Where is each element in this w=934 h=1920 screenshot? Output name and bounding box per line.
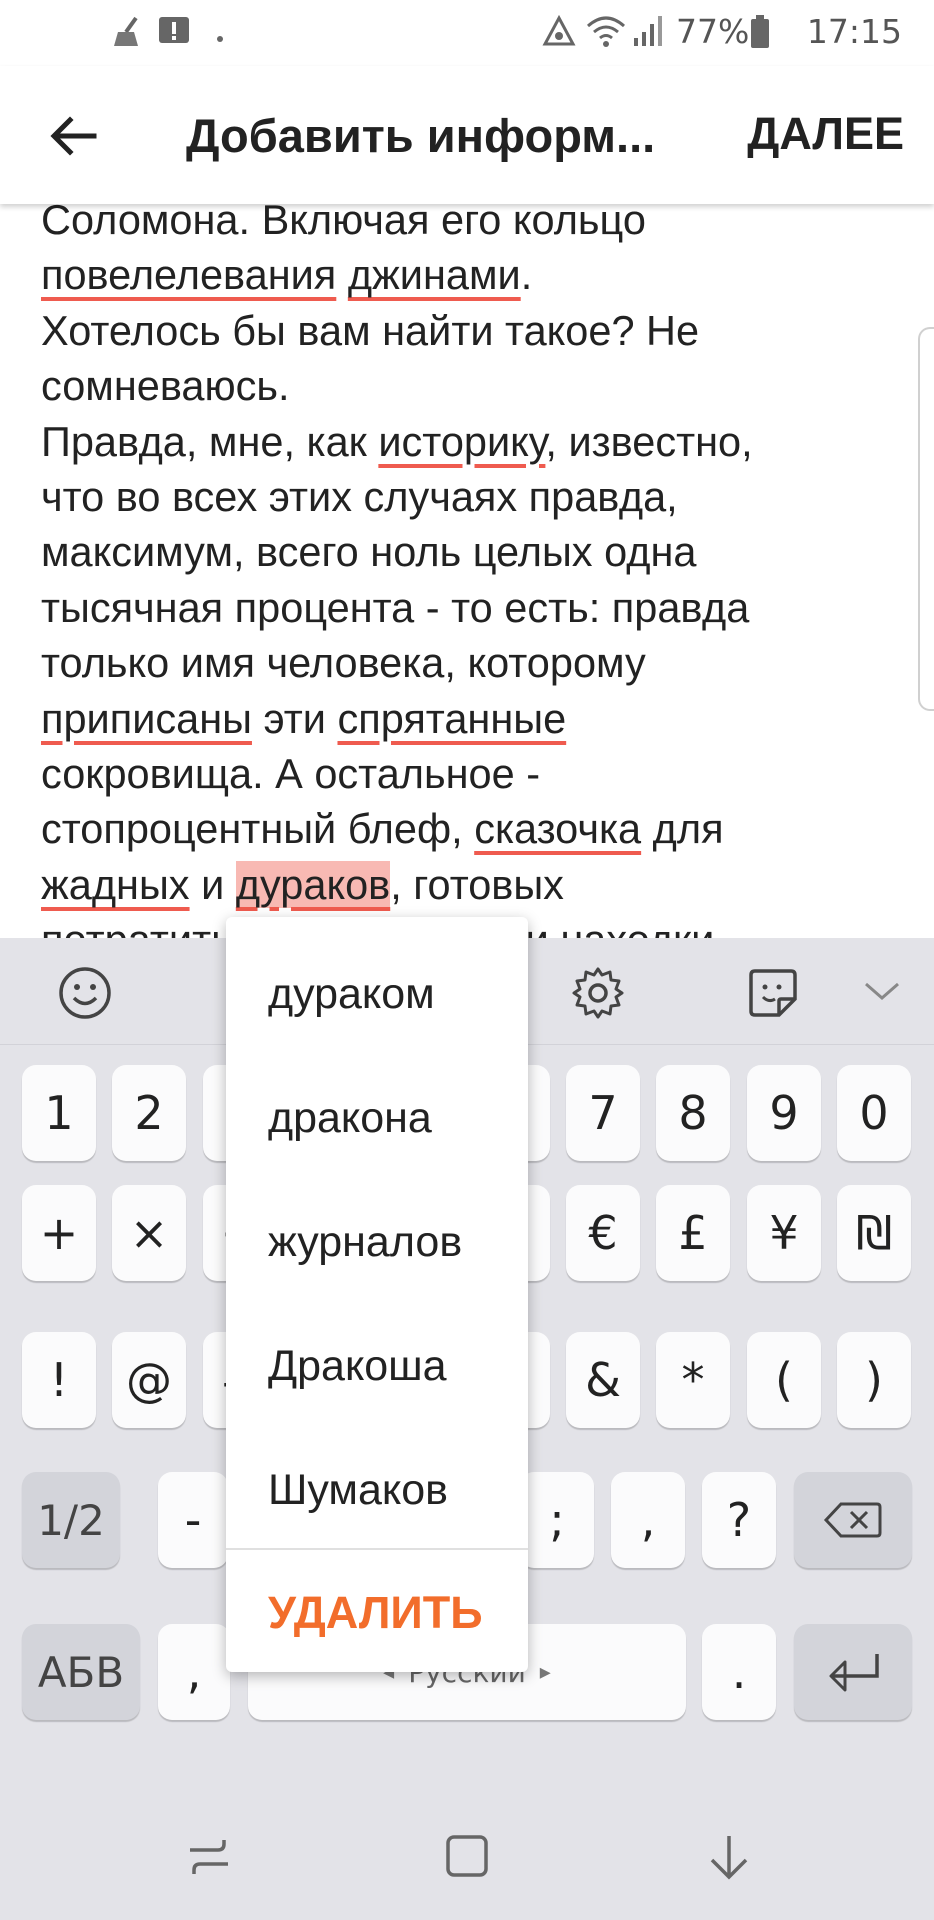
spelling-suggestions-popup: дураком дракона журналов Дракоша Шумаков… <box>226 917 528 1672</box>
enter-key[interactable] <box>794 1624 912 1720</box>
key[interactable]: ¥ <box>747 1185 821 1281</box>
key[interactable]: € <box>566 1185 640 1281</box>
text-editor[interactable]: Соломона. Включая его кольцо повелелеван… <box>0 204 934 938</box>
key[interactable]: ? <box>702 1472 776 1568</box>
misspelled-word[interactable]: повелелевания <box>41 251 336 298</box>
text-run: сокровища. А остальное - стопроцентный б… <box>41 750 541 853</box>
key[interactable]: * <box>656 1332 730 1428</box>
clock: 17:15 <box>806 12 902 51</box>
navigation-bar <box>0 1798 934 1920</box>
battery-percent: 77% <box>676 12 750 51</box>
key-period[interactable]: . <box>702 1624 776 1720</box>
text-run: и <box>189 860 236 908</box>
app-bar: Добавить информ... ДАЛЕЕ <box>0 66 934 204</box>
alert-icon <box>156 14 192 54</box>
misspelled-word[interactable]: приписаны <box>41 695 252 742</box>
chevron-right-icon: ▸ <box>539 1659 551 1685</box>
language-switch-key[interactable]: АБВ <box>22 1624 140 1720</box>
key[interactable]: + <box>22 1185 96 1281</box>
enter-icon <box>829 1654 879 1692</box>
key[interactable]: ; <box>520 1472 594 1568</box>
page-title: Добавить информ... <box>186 109 656 162</box>
key[interactable]: × <box>112 1185 186 1281</box>
misspelled-word[interactable]: историку <box>378 418 545 465</box>
recent-apps-icon[interactable] <box>180 1832 240 1882</box>
suggestion-item[interactable]: дураком <box>268 970 435 1019</box>
suggestion-item[interactable]: Шумаков <box>268 1466 448 1515</box>
suggestion-item[interactable]: Дракоша <box>268 1342 447 1391</box>
key[interactable]: ₪ <box>837 1185 911 1281</box>
editor-text[interactable]: Соломона. Включая его кольцо повелелеван… <box>41 204 901 938</box>
broom-icon <box>108 14 144 54</box>
key[interactable]: 7 <box>566 1065 640 1161</box>
key[interactable]: 1 <box>22 1065 96 1161</box>
text-run <box>336 251 348 298</box>
key[interactable]: ) <box>837 1332 911 1428</box>
signal-icon <box>632 14 664 54</box>
back-button[interactable] <box>30 100 114 172</box>
key[interactable]: @ <box>112 1332 186 1428</box>
key[interactable]: - <box>158 1472 228 1568</box>
next-button[interactable]: ДАЛЕЕ <box>747 108 904 160</box>
key-shift-symbols[interactable]: 1/2 <box>22 1472 120 1568</box>
battery-icon <box>750 14 770 54</box>
sync-icon <box>541 14 577 54</box>
key[interactable]: ( <box>747 1332 821 1428</box>
home-icon[interactable] <box>443 1832 493 1882</box>
text-run: Соломона. Включая его кольцо <box>41 204 646 243</box>
misspelled-word[interactable]: сказочка <box>474 805 641 852</box>
arrow-left-icon <box>50 116 97 156</box>
divider <box>226 1548 528 1550</box>
suggestion-item[interactable]: дракона <box>268 1094 432 1143</box>
selected-misspelled-word[interactable]: дураков <box>235 860 391 908</box>
backspace-key[interactable] <box>794 1472 912 1568</box>
dot-icon <box>216 28 224 47</box>
key[interactable]: 0 <box>837 1065 911 1161</box>
misspelled-word[interactable]: спрятанные <box>337 695 566 742</box>
key[interactable]: £ <box>656 1185 730 1281</box>
status-bar: 77% 17:15 <box>0 0 934 66</box>
key[interactable]: 8 <box>656 1065 730 1161</box>
misspelled-word[interactable]: жадных <box>41 861 190 908</box>
backspace-icon <box>823 1502 882 1538</box>
key[interactable]: ! <box>22 1332 96 1428</box>
text-run: эти <box>251 694 338 742</box>
key[interactable]: 9 <box>747 1065 821 1161</box>
delete-word-button[interactable]: УДАЛИТЬ <box>268 1587 483 1639</box>
misspelled-word[interactable]: джинами <box>348 251 521 298</box>
scroll-indicator[interactable] <box>918 327 934 711</box>
key[interactable]: & <box>566 1332 640 1428</box>
text-run: для <box>652 805 724 853</box>
key-comma[interactable]: , <box>158 1624 230 1720</box>
key[interactable]: , <box>611 1472 685 1568</box>
hide-keyboard-icon[interactable] <box>704 1832 754 1882</box>
key[interactable]: 2 <box>112 1065 186 1161</box>
suggestion-item[interactable]: журналов <box>268 1218 462 1267</box>
wifi-icon <box>586 14 626 54</box>
